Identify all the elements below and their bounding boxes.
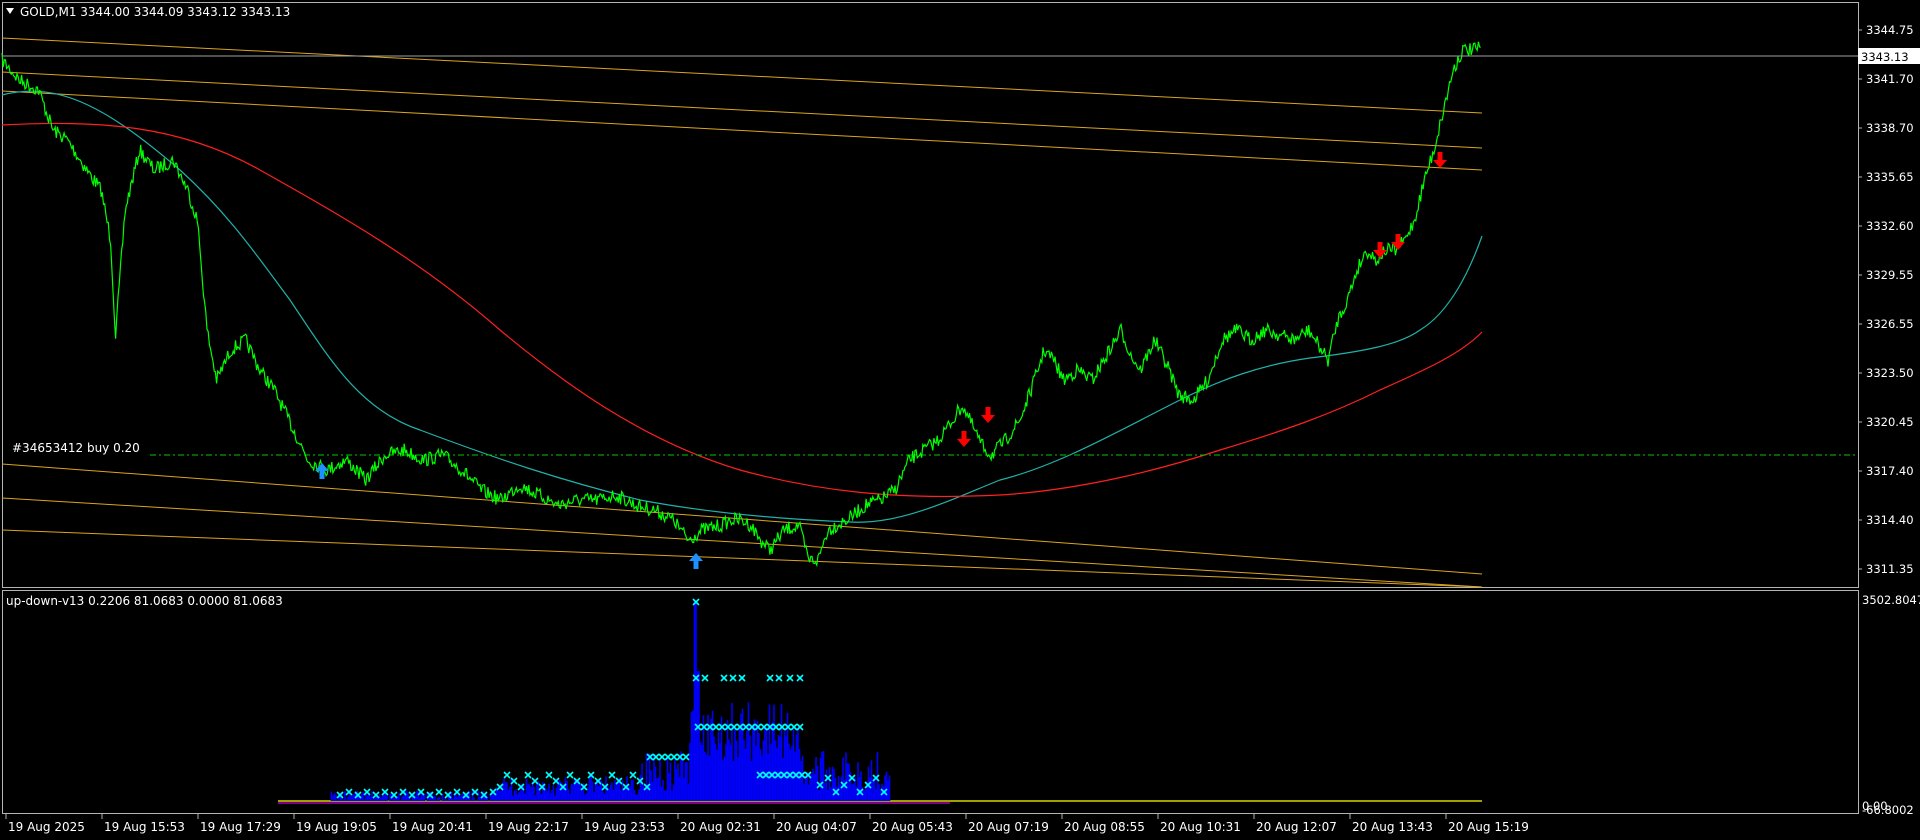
signal-arrows (315, 152, 1447, 569)
price-tick-label: 3317.40 (1866, 464, 1914, 478)
indicator-marker-icon (531, 777, 539, 785)
buy-arrow-icon (315, 463, 329, 479)
time-tick-label: 19 Aug 20:41 (392, 820, 473, 834)
sell-arrow-icon (1391, 234, 1405, 250)
time-tick-label: 19 Aug 22:17 (488, 820, 569, 834)
indicator-marker-icon (453, 788, 461, 796)
channel-line (1, 37, 1483, 114)
price-tick-label: 3314.40 (1866, 513, 1914, 527)
indicator-marker-icon (503, 771, 511, 779)
indicator-markers (336, 598, 888, 799)
price-tick-label: 3338.70 (1866, 121, 1914, 135)
order-label: #34653412 buy 0.20 (12, 441, 140, 455)
indicator-marker-icon (796, 723, 804, 731)
time-tick-label: 19 Aug 19:05 (296, 820, 377, 834)
time-tick-label: 20 Aug 04:07 (776, 820, 857, 834)
time-tick-label: 19 Aug 15:53 (104, 820, 185, 834)
indicator-marker-icon (701, 674, 709, 682)
time-tick-label: 19 Aug 2025 (8, 820, 85, 834)
price-tick-label: 3341.70 (1866, 72, 1914, 86)
time-tick-label: 20 Aug 13:43 (1352, 820, 1433, 834)
chart-header: GOLD,M1 3344.00 3344.09 3343.12 3343.13 (20, 5, 290, 19)
time-tick-label: 19 Aug 17:29 (200, 820, 281, 834)
chart-menu-triangle-icon[interactable] (6, 8, 14, 14)
indicator-marker-icon (435, 788, 443, 796)
moving-averages (1, 90, 1483, 523)
time-tick-label: 20 Aug 08:55 (1064, 820, 1145, 834)
indicator-marker-icon (552, 777, 560, 785)
indicator-marker-icon (629, 771, 637, 779)
price-axis: 3344.75 3341.70 3338.70 3335.65 3332.60 3329.… (1858, 23, 1914, 576)
price-tick-label: 3344.75 (1866, 23, 1914, 37)
indicator-marker-icon (712, 723, 720, 731)
time-tick-label: 20 Aug 07:19 (968, 820, 1049, 834)
slow-ma-line (1, 122, 1483, 498)
channel-line (1, 529, 1483, 588)
price-tick-label: 3332.60 (1866, 219, 1914, 233)
indicator-marker-icon (775, 674, 783, 682)
channel-line (1, 497, 1483, 588)
channel-line (1, 71, 1483, 149)
indicator-marker-icon (524, 771, 532, 779)
price-line (1, 41, 1481, 568)
indicator-marker-icon (796, 674, 804, 682)
indicator-histogram (278, 601, 1482, 804)
time-tick-label: 20 Aug 10:31 (1160, 820, 1241, 834)
current-price-label: 3343.13 (1861, 50, 1909, 64)
indicator-marker-icon (738, 674, 746, 682)
price-tick-label: 3329.55 (1866, 268, 1914, 282)
sell-arrow-icon (1433, 152, 1447, 168)
price-chart-frame (2, 2, 1859, 588)
indicator-marker-icon (608, 771, 616, 779)
indicator-marker-icon (545, 771, 553, 779)
sell-arrow-icon (957, 431, 971, 447)
indicator-marker-icon (790, 723, 798, 731)
price-tick-label: 3326.55 (1866, 317, 1914, 331)
indicator-frame (2, 590, 1859, 814)
time-tick-label: 20 Aug 02:31 (680, 820, 761, 834)
time-axis: 19 Aug 2025 19 Aug 15:53 19 Aug 17:29 19 Au… (5, 814, 1529, 834)
indicator-marker-icon (766, 674, 774, 682)
indicator-marker-icon (676, 753, 684, 761)
indicator-marker-icon (760, 723, 768, 731)
fast-ma-line (1, 90, 1483, 523)
time-tick-label: 20 Aug 12:07 (1256, 820, 1337, 834)
price-tick-label: 3335.65 (1866, 170, 1914, 184)
sell-arrow-icon (1373, 242, 1387, 258)
indicator-marker-icon (363, 788, 371, 796)
regression-channel-lines (1, 37, 1483, 588)
indicator-header: up-down-v13 0.2206 81.0683 0.0000 81.068… (6, 594, 283, 608)
indicator-marker-icon (720, 674, 728, 682)
time-tick-label: 19 Aug 23:53 (584, 820, 665, 834)
sell-arrow-icon (981, 407, 995, 423)
indicator-marker-icon (658, 753, 666, 761)
indicator-marker-icon (682, 753, 690, 761)
trading-chart-window[interactable]: #34653412 buy 0.20 3343.13 3344.75 3341.7… (0, 0, 1920, 840)
buy-arrow-icon (689, 553, 703, 569)
price-tick-label: 3320.45 (1866, 415, 1914, 429)
indicator-marker-icon (786, 674, 794, 682)
price-tick-label: 3323.50 (1866, 366, 1914, 380)
channel-line (1, 90, 1483, 171)
time-tick-label: 20 Aug 05:43 (872, 820, 953, 834)
indicator-marker-icon (566, 771, 574, 779)
indicator-marker-icon (670, 753, 678, 761)
indicator-top-label: 3502.8047 (1862, 593, 1920, 607)
indicator-marker-icon (729, 674, 737, 682)
time-tick-label: 20 Aug 15:19 (1448, 820, 1529, 834)
indicator-bottom-label-b: -66.8002 (1862, 803, 1914, 817)
price-tick-label: 3311.35 (1866, 562, 1914, 576)
